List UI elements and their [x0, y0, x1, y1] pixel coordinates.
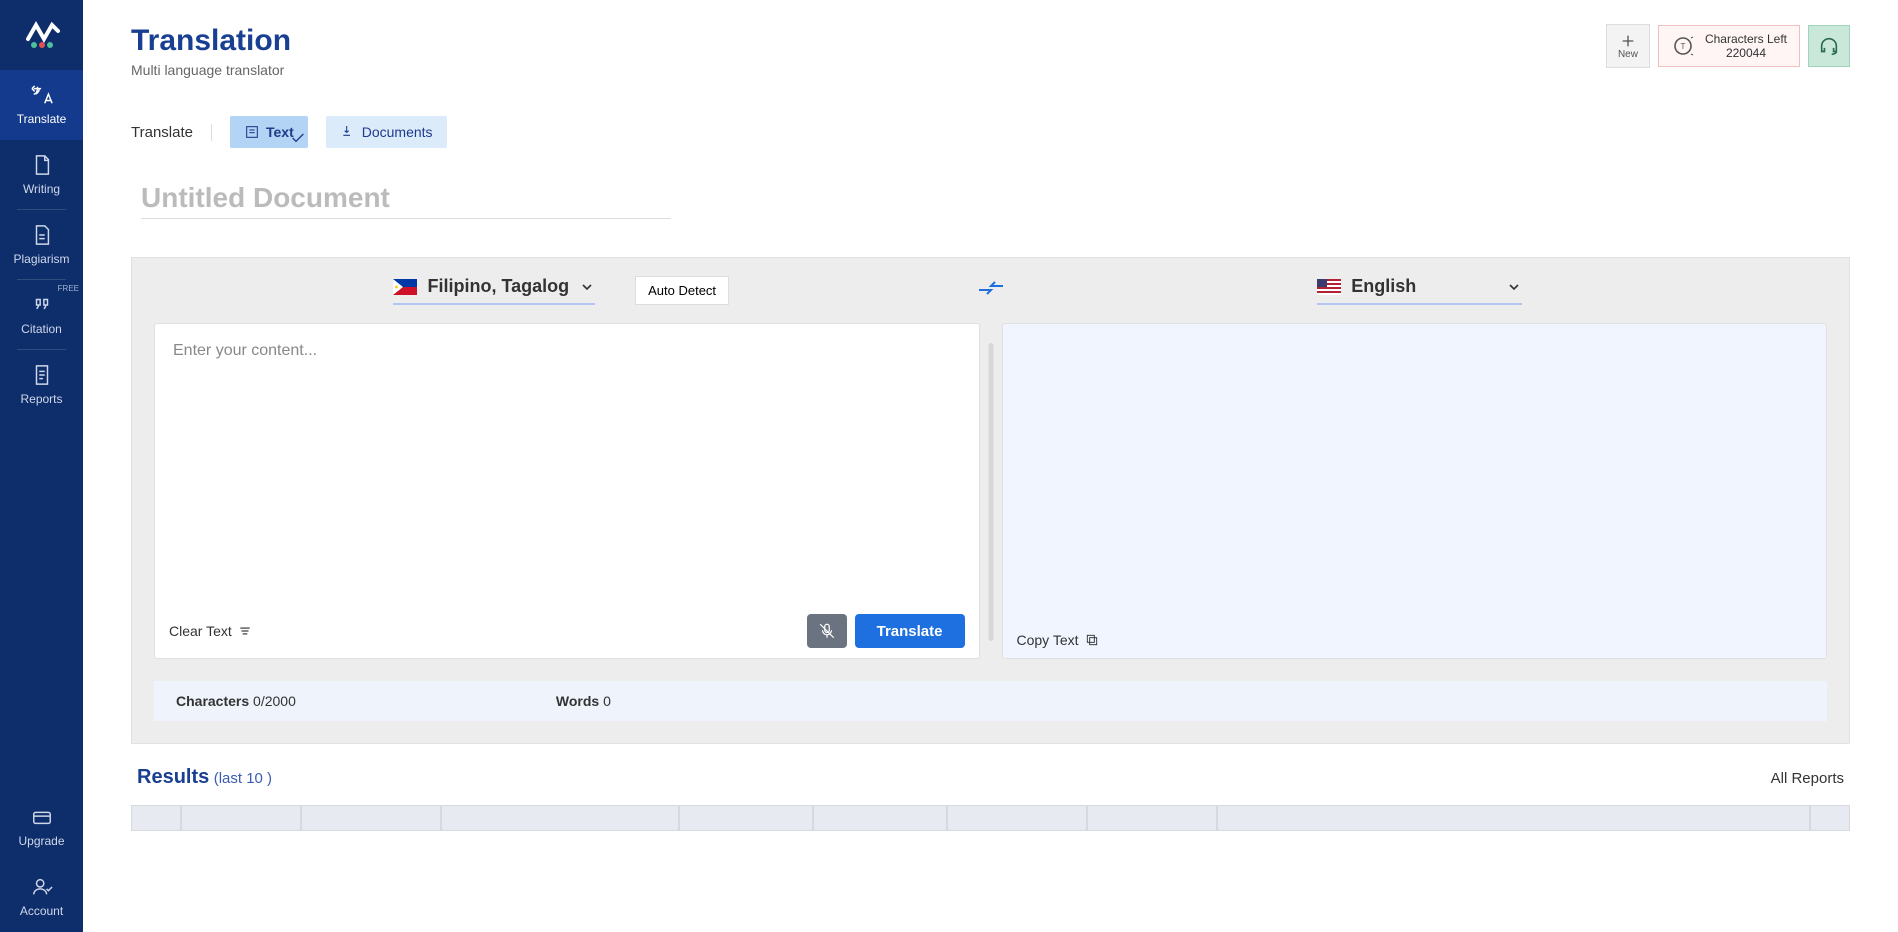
tabs-label: Translate [131, 124, 212, 141]
sidebar-item-label: Translate [17, 112, 67, 126]
table-header [1810, 805, 1850, 831]
logo [0, 0, 83, 70]
copy-text-button[interactable]: Copy Text [1017, 632, 1099, 648]
mic-button[interactable] [807, 614, 847, 648]
chevron-down-icon [1506, 279, 1522, 295]
stats-bar: Characters 0/2000 Words 0 [154, 681, 1827, 721]
sidebar-item-label: Account [20, 904, 63, 918]
translate-icon [31, 84, 53, 106]
chars-left-label: Characters Left [1705, 32, 1787, 46]
translation-panel: Filipino, Tagalog Auto Detect English [131, 257, 1850, 744]
words-value: 0 [603, 693, 611, 709]
sidebar: Translate Writing Plagiarism FREE Citati… [0, 0, 83, 932]
sidebar-item-label: Citation [21, 322, 62, 336]
tab-text[interactable]: Text [230, 116, 308, 148]
main-content: Translation Multi language translator Ne… [83, 0, 1898, 932]
sidebar-item-label: Plagiarism [13, 252, 69, 266]
results-table [131, 805, 1850, 831]
chevron-down-icon [579, 279, 595, 295]
table-header [679, 805, 813, 831]
tab-documents-label: Documents [362, 124, 433, 140]
panel-divider [988, 343, 993, 641]
document-title-input[interactable] [141, 182, 671, 219]
target-lang-name: English [1351, 276, 1416, 297]
mic-off-icon [818, 622, 836, 640]
sidebar-item-citation[interactable]: FREE Citation [0, 280, 83, 350]
source-text-panel: Clear Text Translate [154, 323, 980, 659]
new-label: New [1618, 49, 1638, 60]
swap-languages-button[interactable] [977, 276, 1005, 305]
chars-left-value: 220044 [1705, 46, 1787, 60]
clear-text-label: Clear Text [169, 623, 232, 639]
support-button[interactable] [1808, 25, 1850, 67]
auto-detect-button[interactable]: Auto Detect [635, 276, 729, 305]
free-badge: FREE [58, 284, 79, 293]
table-header [813, 805, 947, 831]
table-header [181, 805, 301, 831]
usa-flag-icon [1317, 279, 1341, 295]
sidebar-item-account[interactable]: Account [0, 862, 83, 932]
tab-documents[interactable]: Documents [326, 116, 447, 148]
sidebar-item-reports[interactable]: Reports [0, 350, 83, 420]
writing-icon [31, 154, 53, 176]
clear-text-button[interactable]: Clear Text [169, 623, 252, 639]
account-icon [31, 876, 53, 898]
page-subtitle: Multi language translator [131, 62, 291, 78]
text-tab-icon [244, 124, 260, 140]
results-title: Results [137, 766, 209, 788]
plagiarism-icon [31, 224, 53, 246]
source-language-select[interactable]: Filipino, Tagalog [393, 276, 595, 305]
sidebar-item-label: Upgrade [18, 834, 64, 848]
chars-left-icon: T [1671, 34, 1695, 58]
swap-icon [977, 276, 1005, 300]
characters-left-box: T Characters Left 220044 [1658, 25, 1800, 67]
citation-icon [31, 294, 53, 316]
sidebar-item-label: Writing [23, 182, 60, 196]
sidebar-item-writing[interactable]: Writing [0, 140, 83, 210]
source-text-input[interactable] [155, 324, 979, 604]
results-subtitle: (last 10 ) [214, 770, 272, 787]
all-reports-link[interactable]: All Reports [1771, 770, 1844, 787]
chars-label: Characters [176, 693, 249, 709]
headset-icon [1818, 35, 1840, 57]
sidebar-item-label: Reports [20, 392, 62, 406]
table-header [441, 805, 679, 831]
table-header [301, 805, 441, 831]
reports-icon [31, 364, 53, 386]
plus-icon [1620, 33, 1636, 49]
source-lang-name: Filipino, Tagalog [427, 276, 569, 297]
translate-button[interactable]: Translate [855, 614, 965, 648]
copy-text-label: Copy Text [1017, 632, 1079, 648]
svg-text:T: T [1681, 42, 1686, 51]
new-button[interactable]: New [1606, 24, 1650, 68]
target-text-panel: Copy Text [1002, 323, 1828, 659]
table-header [1217, 805, 1810, 831]
table-header [131, 805, 181, 831]
tabs-row: Translate Text Documents [131, 116, 1850, 148]
clear-icon [238, 624, 252, 638]
table-header [947, 805, 1087, 831]
sidebar-item-plagiarism[interactable]: Plagiarism [0, 210, 83, 280]
table-header [1087, 805, 1217, 831]
philippines-flag-icon [393, 279, 417, 295]
chars-value: 0/2000 [253, 693, 296, 709]
check-icon [290, 130, 306, 146]
copy-icon [1085, 633, 1099, 647]
target-language-select[interactable]: English [1317, 276, 1522, 305]
words-label: Words [556, 693, 599, 709]
target-text-output [1003, 324, 1827, 622]
sidebar-item-translate[interactable]: Translate [0, 70, 83, 140]
page-title: Translation [131, 24, 291, 58]
sidebar-item-upgrade[interactable]: Upgrade [0, 792, 83, 862]
upgrade-icon [31, 806, 53, 828]
documents-tab-icon [340, 124, 356, 140]
